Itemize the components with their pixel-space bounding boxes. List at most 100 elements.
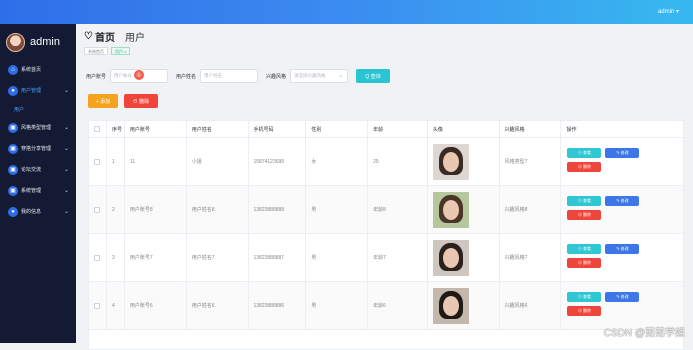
sidebar-item-outfit-sharing[interactable]: ▣ 穿搭分享管理 ⌄: [0, 139, 76, 158]
tags-view: 系统首页 用户 ×: [84, 47, 133, 55]
sidebar-item-home[interactable]: ⌂ 系统首页: [0, 60, 76, 79]
cell-operations: ⊙ 查看 ✎ 修改 ⊖ 删除: [561, 282, 683, 329]
cell-index: 2: [107, 186, 125, 233]
remove-button[interactable]: ⊖ 删除: [567, 305, 602, 316]
cell-operations: ⊙ 查看 ✎ 修改 ⊖ 删除: [561, 186, 683, 233]
sidebar-item-label: 论坛交流: [21, 167, 42, 173]
chevron-down-icon: ⌄: [63, 125, 69, 131]
column-header: 用户账号: [125, 121, 187, 137]
chat-icon: ▣: [8, 164, 18, 175]
edit-button[interactable]: ✎ 修改: [605, 243, 640, 254]
cell-account: 用户账号7: [125, 234, 187, 281]
cell-account: 用户账号6: [125, 282, 187, 329]
avatar: [6, 32, 25, 52]
chevron-down-icon: ⌄: [63, 209, 69, 215]
main-content: ♡ 首页 用户 系统首页 用户 × 用户账号 用户账号 用户姓名 用户姓名 兴趣…: [76, 24, 693, 350]
chevron-down-icon: ⌄: [63, 188, 69, 194]
breadcrumb-home-label: 首页: [94, 33, 115, 44]
select-all-checkbox[interactable]: [89, 121, 107, 137]
breadcrumb-current: 用户: [124, 33, 145, 44]
brand-name: admin: [30, 36, 60, 48]
table-row: 4 用户账号6 用户姓名6 13823888886 男 年龄6 兴趣风格6 ⊙ …: [89, 282, 683, 330]
remove-button[interactable]: ⊖ 删除: [567, 257, 602, 268]
name-input[interactable]: 用户姓名: [200, 69, 259, 83]
add-button[interactable]: + 添加: [88, 94, 118, 108]
cell-phone: 13823888888: [249, 186, 307, 233]
action-bar: + 添加 ⊖ 删除: [88, 94, 164, 108]
table-header: 序号 用户账号 用户姓名 手机号码 性别 年龄 头像 兴趣风格 操作: [89, 121, 683, 138]
column-header: 兴趣风格: [500, 121, 562, 137]
column-header: 年龄: [368, 121, 428, 137]
row-select[interactable]: [89, 282, 107, 329]
cell-phone: 15874123698: [249, 138, 307, 185]
avatar-photo: [432, 239, 469, 276]
breadcrumb-home[interactable]: ♡ 首页: [84, 29, 115, 44]
sidebar-item-label: 系统首页: [21, 67, 42, 73]
sidebar-item-label: 用户管理: [21, 88, 42, 94]
sidebar-item-style-types[interactable]: ▣ 风格类型管理 ⌄: [0, 118, 76, 137]
column-header: 序号: [107, 121, 125, 137]
remove-button[interactable]: ⊖ 删除: [567, 209, 602, 220]
cell-age: 年龄8: [368, 186, 428, 233]
row-select[interactable]: [89, 186, 107, 233]
checkbox[interactable]: [94, 158, 100, 165]
sidebar-item-label: 风格类型管理: [21, 125, 52, 131]
cell-avatar: [428, 234, 500, 281]
style-select[interactable]: 请选择兴趣风格: [290, 69, 349, 83]
sidebar-nav: ⌂ 系统首页 ● 用户管理 ⌄ 用户 ▣ 风格类型管理 ⌄ ▣ 穿搭分享管理 ⌄…: [0, 60, 76, 223]
account-label: 用户账号: [86, 73, 107, 80]
cell-name: 小姐: [187, 138, 249, 185]
avatar-photo: [432, 287, 469, 324]
cell-index: 1: [107, 138, 125, 185]
column-header: 用户姓名: [187, 121, 249, 137]
sidebar-item-forum[interactable]: ▣ 论坛交流 ⌄: [0, 160, 76, 179]
column-header: 手机号码: [249, 121, 307, 137]
user-icon: ●: [8, 85, 18, 96]
cell-name: 用户姓名7: [187, 234, 249, 281]
tag-home[interactable]: 系统首页: [84, 47, 108, 55]
cell-age: 25: [368, 138, 428, 185]
search-button[interactable]: Q 查询: [356, 69, 391, 83]
cell-style: 风格类型7: [500, 138, 562, 185]
cell-gender: 女: [306, 138, 369, 185]
cell-account: 11: [125, 138, 187, 185]
column-header: 性别: [306, 121, 369, 137]
checkbox[interactable]: [94, 254, 100, 261]
sidebar: admin ⌂ 系统首页 ● 用户管理 ⌄ 用户 ▣ 风格类型管理 ⌄ ▣ 穿搭…: [0, 24, 76, 343]
cell-name: 用户姓名8: [187, 186, 249, 233]
delete-button[interactable]: ⊖ 删除: [124, 94, 158, 108]
sidebar-item-label: 穿搭分享管理: [21, 146, 52, 152]
cell-style: 兴趣风格6: [500, 282, 562, 329]
sidebar-item-my-info[interactable]: ● 我的信息 ⌄: [0, 202, 76, 221]
cell-age: 年龄7: [368, 234, 428, 281]
cell-index: 4: [107, 282, 125, 329]
cell-operations: ⊙ 查看 ✎ 修改 ⊖ 删除: [561, 234, 683, 281]
cell-gender: 男: [306, 234, 369, 281]
cell-style: 兴趣风格8: [500, 186, 562, 233]
cell-gender: 男: [306, 186, 369, 233]
avatar-photo: [432, 191, 469, 228]
row-select[interactable]: [89, 138, 107, 185]
checkbox[interactable]: [94, 206, 100, 213]
sidebar-item-label: 系统管理: [21, 188, 42, 194]
sidebar-item-system[interactable]: ▣ 系统管理 ⌄: [0, 181, 76, 200]
edit-button[interactable]: ✎ 修改: [605, 147, 640, 158]
remove-button[interactable]: ⊖ 删除: [567, 161, 602, 172]
tag-user[interactable]: 用户 ×: [111, 47, 131, 55]
sidebar-item-label: 我的信息: [21, 209, 42, 215]
cell-age: 年龄6: [368, 282, 428, 329]
checkbox[interactable]: [94, 126, 100, 132]
edit-button[interactable]: ✎ 修改: [605, 195, 640, 206]
user-menu[interactable]: admin ▾: [658, 8, 679, 15]
view-button[interactable]: ⊙ 查看: [567, 243, 602, 254]
view-button[interactable]: ⊙ 查看: [567, 291, 602, 302]
checkbox[interactable]: [94, 302, 100, 309]
profile-icon: ●: [8, 206, 18, 217]
row-select[interactable]: [89, 234, 107, 281]
edit-button[interactable]: ✎ 修改: [605, 291, 640, 302]
sidebar-item-user-management[interactable]: ● 用户管理 ⌄: [0, 81, 76, 100]
sidebar-subitem-user[interactable]: 用户: [0, 102, 76, 116]
view-button[interactable]: ⊙ 查看: [567, 147, 602, 158]
column-header: 头像: [428, 121, 500, 137]
view-button[interactable]: ⊙ 查看: [567, 195, 602, 206]
